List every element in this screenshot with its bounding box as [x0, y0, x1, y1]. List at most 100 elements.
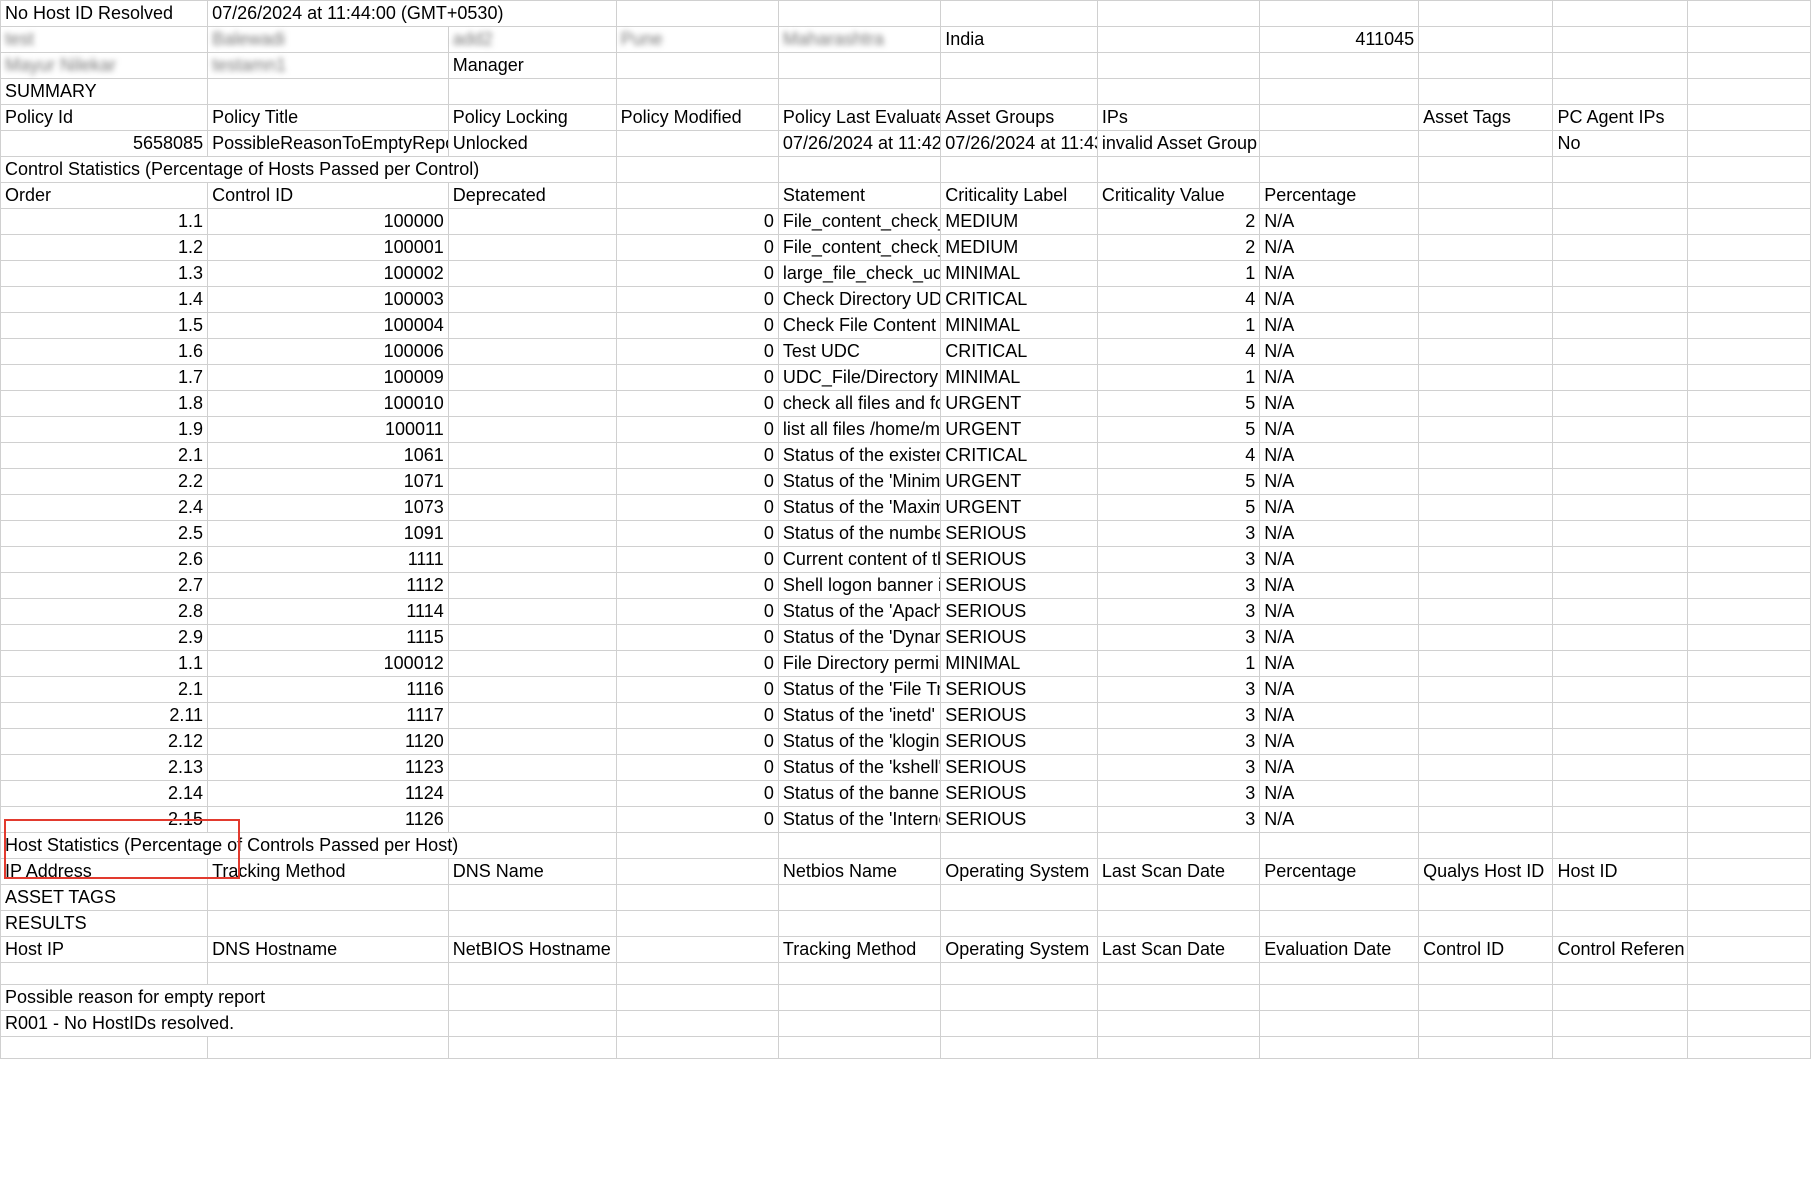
- cell-deprecated: 0: [616, 677, 778, 703]
- cell-control-id: 100011: [208, 417, 449, 443]
- cell-crit-label: URGENT: [941, 495, 1098, 521]
- cell-crit-value: 2: [1097, 209, 1259, 235]
- cell-crit-value: 3: [1097, 625, 1259, 651]
- cell-percentage: N/A: [1260, 495, 1419, 521]
- cell-statement: Status of the 'File Trar: [778, 677, 940, 703]
- cell-statement: Status of the 'inetd' or: [778, 703, 940, 729]
- cell-control-id: 100004: [208, 313, 449, 339]
- cell-percentage: N/A: [1260, 703, 1419, 729]
- hdr-dns-hostname: DNS Hostname: [208, 937, 449, 963]
- cell-percentage: N/A: [1260, 677, 1419, 703]
- cell-percentage: N/A: [1260, 521, 1419, 547]
- cell-percentage: N/A: [1260, 755, 1419, 781]
- cell-percentage: N/A: [1260, 313, 1419, 339]
- cell-order: 1.2: [1, 235, 208, 261]
- cell-control-id: 100002: [208, 261, 449, 287]
- cell-control-id: 1071: [208, 469, 449, 495]
- cell-role: Manager: [448, 53, 616, 79]
- cell-crit-value: 1: [1097, 651, 1259, 677]
- cell-deprecated: 0: [616, 417, 778, 443]
- reason-label: Possible reason for empty report: [1, 985, 449, 1011]
- cell-deprecated: 0: [616, 495, 778, 521]
- hdr-policy-id: Policy Id: [1, 105, 208, 131]
- cell-crit-value: 3: [1097, 755, 1259, 781]
- hdr-netbios-name: Netbios Name: [778, 859, 940, 885]
- cell-control-id: 1123: [208, 755, 449, 781]
- cell-order: 2.1: [1, 677, 208, 703]
- cell-crit-label: MEDIUM: [941, 235, 1098, 261]
- cell-asset-groups: invalid Asset Group: [1097, 131, 1259, 157]
- cell-control-id: 1126: [208, 807, 449, 833]
- cell-deprecated: 0: [616, 755, 778, 781]
- hdr-host-id: Host ID: [1553, 859, 1687, 885]
- hdr-control-ref: Control Referen: [1553, 937, 1687, 963]
- cell-percentage: N/A: [1260, 547, 1419, 573]
- cell-crit-value: 3: [1097, 703, 1259, 729]
- cell-percentage: N/A: [1260, 469, 1419, 495]
- cell-crit-label: MINIMAL: [941, 261, 1098, 287]
- cell-country: India: [941, 27, 1098, 53]
- cell-crit-label: URGENT: [941, 417, 1098, 443]
- cell-deprecated: 0: [616, 261, 778, 287]
- cell-deprecated: 0: [616, 365, 778, 391]
- hdr-deprecated: Deprecated: [448, 183, 616, 209]
- cell-statement: list all files /home/mn: [778, 417, 940, 443]
- hdr-ips: IPs: [1097, 105, 1259, 131]
- reason-code: R001 - No HostIDs resolved.: [1, 1011, 449, 1037]
- cell-crit-value: 5: [1097, 495, 1259, 521]
- cell-crit-value: 3: [1097, 573, 1259, 599]
- cell-control-id: 1061: [208, 443, 449, 469]
- cell-statement: File_content_check_u: [778, 209, 940, 235]
- cell-crit-label: MINIMAL: [941, 313, 1098, 339]
- cell-crit-label: URGENT: [941, 391, 1098, 417]
- cell-percentage: N/A: [1260, 729, 1419, 755]
- cell-control-id: 100006: [208, 339, 449, 365]
- cell-crit-value: 3: [1097, 781, 1259, 807]
- cell-statement: Status of the 'Apache: [778, 599, 940, 625]
- cell-deprecated: 0: [616, 807, 778, 833]
- section-asset-tags: ASSET TAGS: [1, 885, 208, 911]
- cell-statement: Current content of the: [778, 547, 940, 573]
- hdr-asset-tags: Asset Tags: [1419, 105, 1553, 131]
- cell-deprecated: 0: [616, 599, 778, 625]
- cell-policy-locking: Unlocked: [448, 131, 616, 157]
- cell-deprecated: 0: [616, 781, 778, 807]
- hdr-last-scan: Last Scan Date: [1097, 859, 1259, 885]
- cell-crit-value: 4: [1097, 339, 1259, 365]
- cell-deprecated: 0: [616, 703, 778, 729]
- cell-statement: check all files and folc: [778, 391, 940, 417]
- cell-control-id: 1112: [208, 573, 449, 599]
- cell-crit-value: 5: [1097, 417, 1259, 443]
- hdr-last-scan-r: Last Scan Date: [1097, 937, 1259, 963]
- cell-deprecated: 0: [616, 729, 778, 755]
- cell-percentage: N/A: [1260, 287, 1419, 313]
- cell-crit-value: 1: [1097, 313, 1259, 339]
- section-control-stats: Control Statistics (Percentage of Hosts …: [1, 157, 617, 183]
- cell-crit-value: 3: [1097, 547, 1259, 573]
- cell-crit-label: SERIOUS: [941, 573, 1098, 599]
- cell-statement: UDC_File/Directory P: [778, 365, 940, 391]
- cell-deprecated: 0: [616, 209, 778, 235]
- cell-crit-label: SERIOUS: [941, 755, 1098, 781]
- cell-order: 1.4: [1, 287, 208, 313]
- cell-percentage: N/A: [1260, 625, 1419, 651]
- report-table: No Host ID Resolved07/26/2024 at 11:44:0…: [0, 0, 1811, 1059]
- hdr-policy-title: Policy Title: [208, 105, 449, 131]
- cell-crit-label: URGENT: [941, 469, 1098, 495]
- cell-order: 2.6: [1, 547, 208, 573]
- cell-deprecated: 0: [616, 235, 778, 261]
- cell-crit-value: 1: [1097, 261, 1259, 287]
- hdr-policy-modified: Policy Modified: [616, 105, 778, 131]
- cell-statement: Status of the 'kshell' (I: [778, 755, 940, 781]
- hdr-order: Order: [1, 183, 208, 209]
- cell-crit-label: CRITICAL: [941, 287, 1098, 313]
- hdr-policy-locking: Policy Locking: [448, 105, 616, 131]
- cell-order: 1.5: [1, 313, 208, 339]
- cell-statement: Status of the 'Minimur: [778, 469, 940, 495]
- cell-crit-label: SERIOUS: [941, 703, 1098, 729]
- hdr-crit-value: Criticality Value: [1097, 183, 1259, 209]
- hdr-policy-last-eval: Policy Last Evaluated: [778, 105, 940, 131]
- cell-crit-value: 4: [1097, 443, 1259, 469]
- cell-order: 2.1: [1, 443, 208, 469]
- section-summary: SUMMARY: [1, 79, 208, 105]
